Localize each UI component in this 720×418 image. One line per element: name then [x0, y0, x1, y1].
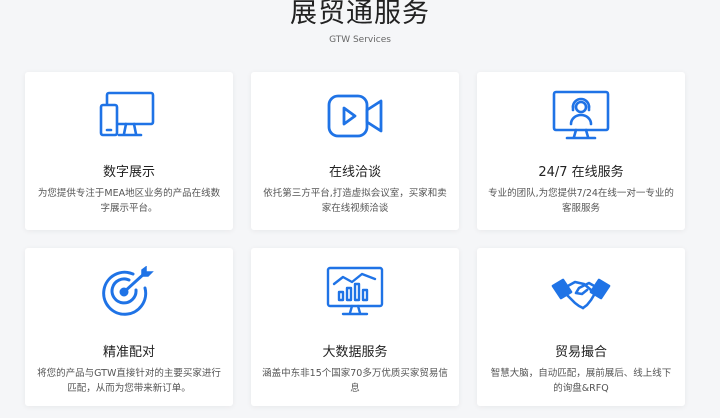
services-grid: 数字展示 为您提供专注于MEA地区业务的产品在线数字展示平台。 在线洽谈 依托第…: [25, 72, 685, 406]
service-title: 精准配对: [102, 345, 155, 360]
service-card-online-service[interactable]: 24/7 在线服务 专业的团队,为您提供7/24在线一对一专业的客服服务: [477, 72, 685, 230]
target-icon: [99, 266, 159, 318]
page-title: 展贸通服务: [290, 0, 430, 29]
service-title: 在线洽谈: [328, 165, 381, 180]
service-title: 贸易撮合: [554, 345, 607, 360]
service-card-precise-matching[interactable]: 精准配对 将您的产品与GTW直接针对的主要买家进行匹配，从而为您带来新订单。: [25, 248, 233, 406]
video-camera-icon: [325, 90, 385, 142]
service-title: 24/7 在线服务: [538, 165, 624, 180]
support-agent-icon: [551, 90, 611, 142]
service-title: 数字展示: [102, 165, 155, 180]
devices-icon: [99, 90, 159, 142]
service-description: 将您的产品与GTW直接针对的主要买家进行匹配，从而为您带来新订单。: [37, 368, 221, 394]
service-title: 大数据服务: [322, 345, 388, 360]
analytics-monitor-icon: [325, 266, 385, 318]
page-subtitle: GTW Services: [329, 35, 391, 45]
service-description: 智慧大脑，自动匹配，展前展后、线上线下的询盘&RFQ: [490, 368, 672, 394]
service-description: 涵盖中东非15个国家70多万优质买家贸易信息: [262, 368, 448, 394]
service-card-digital-display[interactable]: 数字展示 为您提供专注于MEA地区业务的产品在线数字展示平台。: [25, 72, 233, 230]
service-card-online-negotiation[interactable]: 在线洽谈 依托第三方平台,打造虚拟会议室，买家和卖家在线视频洽谈: [251, 72, 459, 230]
service-description: 为您提供专注于MEA地区业务的产品在线数字展示平台。: [37, 188, 221, 214]
service-card-big-data[interactable]: 大数据服务 涵盖中东非15个国家70多万优质买家贸易信息: [251, 248, 459, 406]
service-description: 依托第三方平台,打造虚拟会议室，买家和卖家在线视频洽谈: [263, 188, 447, 214]
service-card-trade-matching[interactable]: 贸易撮合 智慧大脑，自动匹配，展前展后、线上线下的询盘&RFQ: [477, 248, 685, 406]
handshake-icon: [551, 266, 611, 318]
service-description: 专业的团队,为您提供7/24在线一对一专业的客服服务: [488, 188, 674, 214]
